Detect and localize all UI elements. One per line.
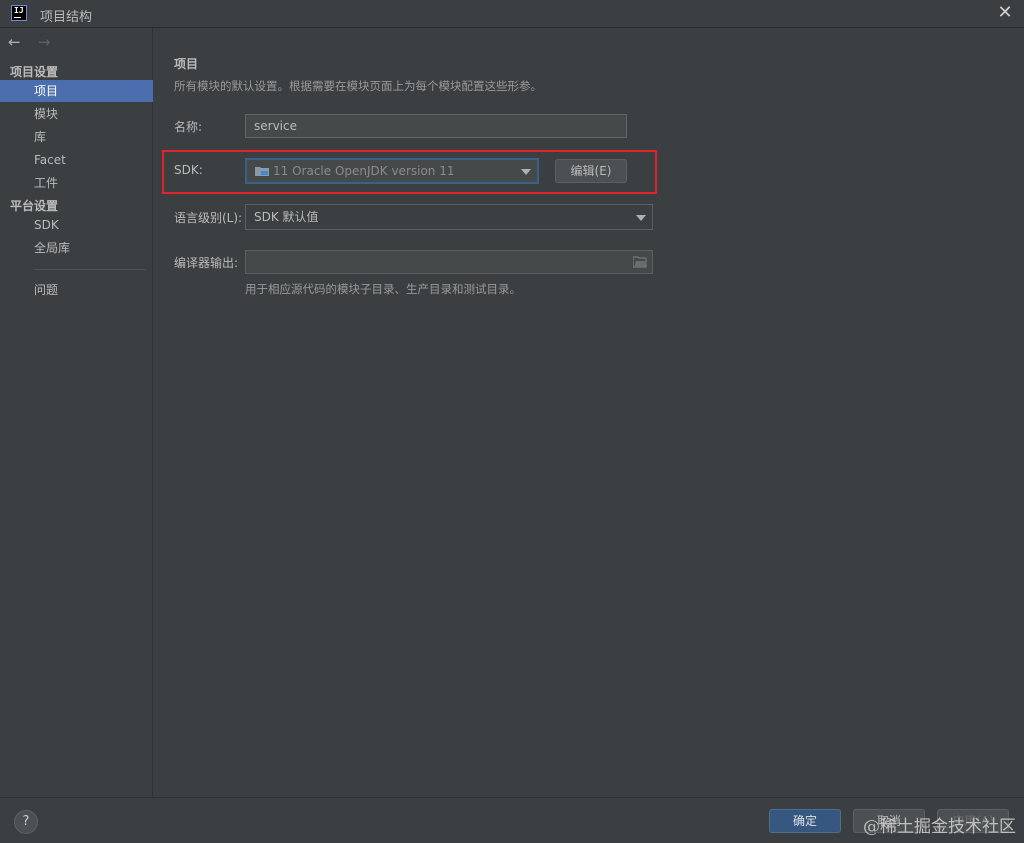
close-icon[interactable]: ✕ xyxy=(996,4,1014,22)
title-bar: IJ 项目结构 ✕ xyxy=(0,0,1024,28)
name-label: 名称: xyxy=(174,120,203,134)
sidebar-divider xyxy=(34,269,146,270)
sdk-value: 11 Oracle OpenJDK version 11 xyxy=(273,164,455,178)
compiler-output-label: 编译器输出: xyxy=(174,256,239,270)
sidebar-item-artifacts[interactable]: 工件 xyxy=(0,172,153,194)
language-level-dropdown[interactable]: SDK 默认值 xyxy=(245,204,653,230)
help-button[interactable]: ? xyxy=(14,810,38,834)
sdk-folder-icon xyxy=(255,167,269,176)
sidebar-item-libraries[interactable]: 库 xyxy=(0,126,153,148)
edit-sdk-button[interactable]: 编辑(E) xyxy=(555,159,627,183)
nav-arrows: ← → xyxy=(8,34,64,50)
compiler-output-hint: 用于相应源代码的模块子目录、生产目录和测试目录。 xyxy=(245,282,521,296)
back-arrow-icon[interactable]: ← xyxy=(8,34,24,50)
sdk-label: SDK: xyxy=(174,163,203,177)
sidebar-item-problems[interactable]: 问题 xyxy=(0,279,153,301)
sidebar-item-sdks[interactable]: SDK xyxy=(0,214,153,236)
ok-button[interactable]: 确定 xyxy=(769,809,841,833)
sidebar-item-facets[interactable]: Facet xyxy=(0,149,153,171)
language-level-value: SDK 默认值 xyxy=(254,210,319,224)
folder-browse-icon[interactable] xyxy=(633,256,647,268)
sdk-dropdown[interactable]: 11 Oracle OpenJDK version 11 xyxy=(245,158,539,184)
main-panel: 项目 所有模块的默认设置。根据需要在模块页面上为每个模块配置这些形参。 名称: … xyxy=(154,28,1024,797)
platform-settings-header: 平台设置 xyxy=(10,199,59,213)
project-settings-header: 项目设置 xyxy=(10,65,59,79)
chevron-down-icon xyxy=(521,169,531,175)
page-description: 所有模块的默认设置。根据需要在模块页面上为每个模块配置这些形参。 xyxy=(174,79,542,93)
language-level-label: 语言级别(L): xyxy=(174,211,243,225)
sidebar: ← → 项目设置 项目 模块 库 Facet 工件 平台设置 SDK 全局库 问… xyxy=(0,28,153,797)
compiler-output-field[interactable] xyxy=(245,250,653,274)
intellij-logo-icon: IJ xyxy=(11,5,27,21)
name-field[interactable]: service xyxy=(245,114,627,138)
sidebar-item-global-libraries[interactable]: 全局库 xyxy=(0,237,153,259)
window-title: 项目结构 xyxy=(40,10,93,25)
dialog-footer: ? 确定 取消 应用(A) @稀土掘金技术社区 xyxy=(0,797,1024,843)
chevron-down-icon xyxy=(636,215,646,221)
page-title: 项目 xyxy=(174,57,199,71)
sidebar-item-project[interactable]: 项目 xyxy=(0,80,153,102)
forward-arrow-icon[interactable]: → xyxy=(38,34,54,50)
sidebar-item-modules[interactable]: 模块 xyxy=(0,103,153,125)
watermark: @稀土掘金技术社区 xyxy=(863,817,1016,837)
